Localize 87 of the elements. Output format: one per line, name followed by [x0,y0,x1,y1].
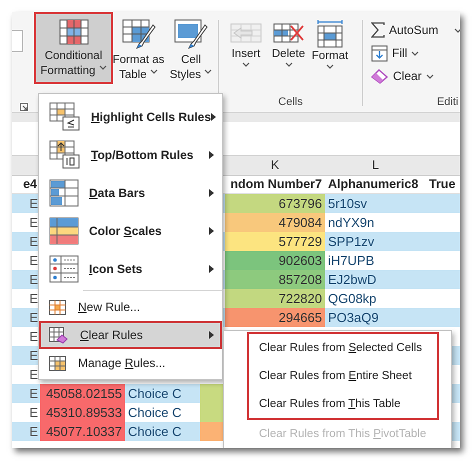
table-cell: 857208 [225,270,325,289]
table-cell: 673796 [225,194,325,213]
table-cell-text: E [28,233,39,251]
group-label: Cells [277,96,304,108]
icon-sets-icon [49,255,79,283]
table-cell-text: iH7UPB [327,252,376,270]
table-cell-text: E [28,271,39,289]
menu-item: Clear Rules from This PivotTable [224,420,451,448]
eraser-table-icon [49,326,68,344]
table-cell: 45310.89533 [40,403,125,422]
menu-item[interactable]: Data Bars [39,174,222,212]
group-label: Editi [436,96,458,108]
header-cell-text: ndom Number7 [229,176,323,193]
table-cell-text: QG08kp [327,290,378,308]
table-cell-text: E [28,366,39,384]
chevron-icon [150,69,158,74]
chevron-icon [426,74,434,78]
table-cell-text: E [28,290,39,308]
header-cell-text: e4 [22,176,38,193]
table-cell-text: E [28,347,39,365]
chevron-icon [326,64,334,69]
table-cell-text: SPP1zv [327,233,376,251]
chevron-icon [204,69,212,74]
table-cell-text: ndYX9n [327,214,376,232]
table-cell: 479084 [225,213,325,232]
table-cell-text: E [28,252,39,270]
ribbon-button[interactable]: Fill [369,43,460,63]
top-bottom-icon [49,140,81,170]
menu-item[interactable]: Top/Bottom Rules [39,136,222,174]
dropdown-field[interactable] [12,30,23,52]
chevron-icon [411,50,420,56]
table-cell: 45058.02155 [40,384,125,403]
table-cell: 294665 [225,308,325,327]
column-header[interactable]: K [225,156,325,175]
chevron-icon [98,65,107,70]
table-icon [49,356,66,370]
dialog-launcher-icon [20,103,28,111]
conditional-formatting-button[interactable]: Conditional Formatting [34,12,113,84]
color-scales-icon [49,217,79,245]
table-cell: 722820 [225,289,325,308]
fill-down-icon [371,44,388,62]
table-cell-text: Choice C [127,385,182,403]
table-cell-text: Choice C [127,423,182,441]
table-cell-text: E [28,328,39,346]
format-cells-icon [316,20,344,48]
chevron-icon [284,62,292,67]
menu-item[interactable]: Clear Rules [39,321,222,349]
table-cell: 45077.10337 [40,422,125,441]
chevron-icon [454,28,460,32]
menu-item[interactable]: Color Scales [39,212,222,250]
chevron-icon [242,62,250,67]
table-cell-text: Choice C [127,404,182,422]
menu-item[interactable]: Clear Rules from This Table [249,390,437,418]
ribbon-button[interactable]: Cell Styles [164,12,218,84]
table-cell: 577729 [225,232,325,251]
column-header[interactable]: L [325,156,426,175]
table-icon [49,300,66,314]
eraser-icon [371,68,389,84]
ribbon-button[interactable]: Format as Table [113,12,164,84]
table-cell-text: E [28,423,39,441]
brush-cell-icon [174,19,208,49]
menu-item[interactable]: Clear Rules from Selected Cells [249,334,437,362]
table-cell-text: E [28,404,39,422]
table-cell-text: EJ2bwD [327,271,378,289]
menu-item[interactable]: Clear Rules from Entire Sheet [249,362,437,390]
table-cell-text: E [28,214,39,232]
sum-icon [371,22,385,38]
table-cell-text: E [28,385,39,403]
menu-item[interactable]: New Rule... [39,293,222,321]
table-cell-text: PO3aQ9 [327,309,380,327]
ribbon-button[interactable]: Format [311,12,349,82]
menu-item[interactable]: Highlight Cells Rules [39,98,222,136]
header-cell-text: Alphanumeric8 [327,176,420,193]
data-bars-icon [49,179,79,207]
table-cell-text: E [28,195,39,213]
ribbon-button[interactable]: Clear [369,66,460,86]
table-cell-text: E [28,309,39,327]
table-icon [58,19,88,45]
ribbon-button[interactable]: AutoSum [369,20,460,40]
header-cell-text: True [428,176,456,193]
menu-item[interactable]: Icon Sets [39,250,222,288]
menu-item[interactable]: Manage Rules... [39,349,222,377]
highlight-cells-icon [49,102,81,132]
table-cell-text: 5r10sv [327,195,368,213]
brush-table-icon [122,19,156,49]
table-cell: 902603 [225,251,325,270]
ribbon-button[interactable]: Delete [266,12,311,82]
